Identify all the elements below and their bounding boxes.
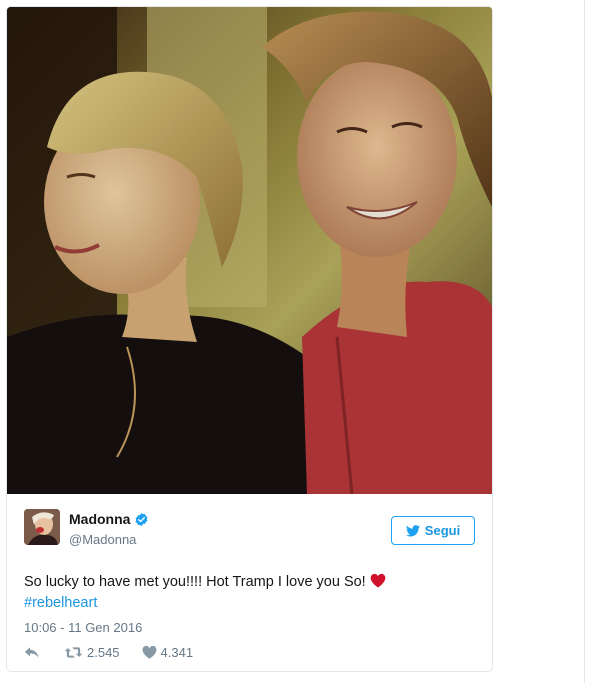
author-name-row[interactable]: Madonna (69, 511, 149, 527)
reply-button[interactable] (24, 646, 40, 659)
tweet-photo[interactable] (7, 7, 492, 494)
tweet-text: So lucky to have met you!!!! Hot Tramp I… (24, 572, 474, 614)
author-handle[interactable]: @Madonna (69, 532, 136, 547)
divider (584, 0, 585, 683)
heart-icon (142, 646, 157, 659)
tweet-timestamp[interactable]: 10:06 - 11 Gen 2016 (24, 620, 142, 635)
like-count: 4.341 (160, 645, 194, 660)
embedded-tweet: Madonna @Madonna Segui So lucky to have … (6, 6, 493, 672)
tweet-text-content: So lucky to have met you!!!! Hot Tramp I… (24, 574, 366, 590)
tweet-body: Madonna @Madonna Segui So lucky to have … (7, 494, 492, 671)
tweet-actions: 2.545 4.341 (24, 645, 193, 660)
reply-arrow-icon (24, 646, 40, 659)
retweet-icon (64, 646, 83, 659)
like-button[interactable]: 4.341 (142, 645, 194, 660)
retweet-button[interactable]: 2.545 (64, 645, 120, 660)
red-heart-icon (370, 573, 386, 588)
hashtag-link[interactable]: #rebelheart (24, 595, 97, 611)
display-name[interactable]: Madonna (69, 511, 130, 527)
twitter-bird-icon (405, 524, 420, 537)
follow-button-label: Segui (424, 523, 461, 538)
verified-badge-icon (134, 512, 149, 527)
follow-button[interactable]: Segui (391, 516, 475, 545)
avatar[interactable] (24, 509, 60, 545)
page: Madonna @Madonna Segui So lucky to have … (0, 0, 590, 683)
retweet-count: 2.545 (87, 645, 120, 660)
